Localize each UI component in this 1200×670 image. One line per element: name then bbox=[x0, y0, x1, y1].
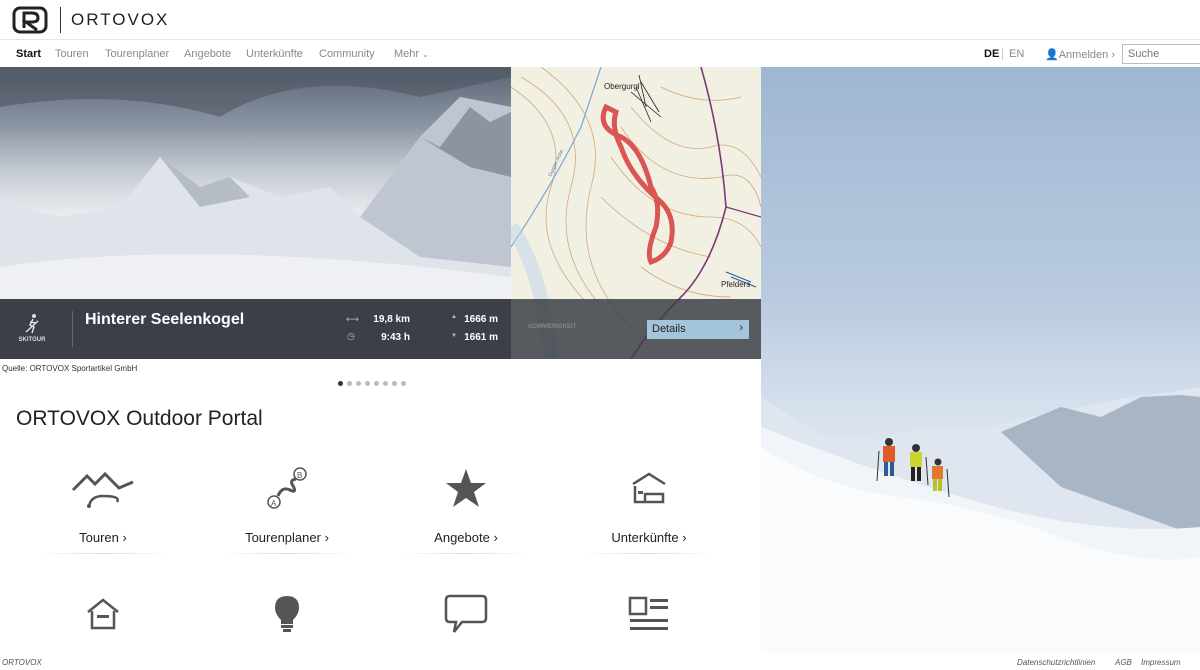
nav-tourenplaner[interactable]: Tourenplaner bbox=[105, 48, 169, 60]
page-footer: ORTOVOX Datenschutzrichtlinien AGB Impre… bbox=[0, 653, 1200, 670]
house-icon bbox=[87, 598, 119, 630]
tile-angebote[interactable]: Angebote › bbox=[401, 456, 531, 554]
skitour-badge: SKITOUR bbox=[12, 313, 52, 343]
bed-icon bbox=[632, 472, 666, 504]
tile-lightbulb[interactable] bbox=[222, 582, 352, 646]
ortovox-logo-icon bbox=[12, 6, 48, 34]
tour-descent: 1661 m bbox=[464, 332, 498, 343]
nav-touren[interactable]: Touren bbox=[55, 48, 89, 60]
nav-mehr[interactable]: Mehr ⌄ bbox=[394, 48, 429, 60]
nav-community[interactable]: Community bbox=[319, 48, 375, 60]
tile-touren[interactable]: Touren › bbox=[38, 456, 168, 554]
skier-icon bbox=[25, 314, 39, 334]
brand-name: ORTOVOX bbox=[71, 10, 170, 29]
login-label: Anmelden bbox=[1058, 49, 1109, 61]
lang-en[interactable]: EN bbox=[1009, 48, 1024, 60]
slider-dot[interactable] bbox=[374, 381, 379, 386]
map-place-pfelders: Pfelders bbox=[721, 280, 750, 289]
slider-dot[interactable] bbox=[347, 381, 352, 386]
speech-bubble-icon bbox=[444, 594, 488, 633]
top-header: ORTOVOX bbox=[0, 0, 1200, 40]
portal-title: ORTOVOX Outdoor Portal bbox=[16, 407, 263, 430]
brand-logo[interactable]: ORTOVOX bbox=[12, 6, 169, 34]
chevron-right-icon: › bbox=[682, 530, 687, 545]
badge-divider bbox=[72, 311, 73, 347]
slider-dot[interactable] bbox=[392, 381, 397, 386]
search-input[interactable] bbox=[1122, 44, 1200, 64]
tile-community[interactable] bbox=[401, 582, 531, 646]
slider-dot[interactable] bbox=[383, 381, 388, 386]
tour-distance: 19,8 km bbox=[373, 314, 410, 325]
slider-dot[interactable] bbox=[365, 381, 370, 386]
lang-divider bbox=[1002, 48, 1003, 60]
svg-text:B: B bbox=[297, 471, 302, 480]
details-button[interactable]: Details › bbox=[647, 320, 749, 339]
tile-divider bbox=[222, 553, 352, 554]
chevron-right-icon: › bbox=[122, 530, 127, 545]
nav-start[interactable]: Start bbox=[16, 48, 41, 60]
star-icon bbox=[446, 469, 486, 507]
map-place-obergurgl: Obergurgl bbox=[604, 82, 640, 91]
tile-tourenplaner[interactable]: A B Tourenplaner › bbox=[222, 456, 352, 554]
tile-unterkuenfte-label: Unterkünfte bbox=[611, 530, 679, 545]
chevron-right-icon: › bbox=[739, 322, 743, 334]
tile-tourenplaner-label: Tourenplaner bbox=[245, 530, 321, 545]
main-navigation: Start Touren Tourenplaner Angebote Unter… bbox=[0, 40, 1200, 67]
photo-caption: Quelle: ORTOVOX Sportartikel GmbH bbox=[2, 364, 138, 373]
mountain-route-icon bbox=[71, 471, 134, 508]
details-label: Details bbox=[652, 323, 686, 335]
tile-news[interactable] bbox=[584, 582, 714, 646]
slider-dot[interactable] bbox=[401, 381, 406, 386]
tile-house[interactable] bbox=[38, 582, 168, 646]
tile-touren-label: Touren bbox=[79, 530, 119, 545]
lightbulb-icon bbox=[275, 596, 299, 632]
chevron-right-icon: › bbox=[1111, 49, 1115, 61]
tile-divider bbox=[401, 553, 531, 554]
lang-de[interactable]: DE bbox=[984, 48, 999, 60]
footer-brand: ORTOVOX bbox=[2, 658, 42, 667]
chevron-right-icon: › bbox=[324, 530, 329, 545]
tile-angebote-label: Angebote bbox=[434, 530, 490, 545]
tile-unterkuenfte[interactable]: Unterkünfte › bbox=[584, 456, 714, 554]
news-icon bbox=[628, 596, 668, 630]
clock-icon: ◷ bbox=[347, 331, 355, 341]
tile-divider bbox=[38, 553, 168, 554]
route-planner-icon: A B bbox=[267, 467, 307, 509]
nav-angebote[interactable]: Angebote bbox=[184, 48, 231, 60]
tour-name[interactable]: Hinterer Seelenkogel bbox=[85, 311, 244, 329]
footer-impressum-link[interactable]: Impressum bbox=[1141, 658, 1181, 667]
map-info-bar: SCHWIERIGKEIT Details › bbox=[511, 299, 761, 359]
skitour-group-photo bbox=[761, 67, 1200, 653]
nav-unterkuenfte[interactable]: Unterkünfte bbox=[246, 48, 303, 60]
footer-agb-link[interactable]: AGB bbox=[1115, 658, 1132, 667]
difficulty-label: SCHWIERIGKEIT bbox=[528, 324, 577, 330]
tour-type-label: SKITOUR bbox=[18, 337, 46, 343]
slider-dot[interactable] bbox=[338, 381, 343, 386]
chevron-right-icon: › bbox=[493, 530, 498, 545]
tour-ascent: 1666 m bbox=[464, 314, 498, 325]
slider-dot[interactable] bbox=[356, 381, 361, 386]
chevron-down-icon: ⌄ bbox=[422, 50, 429, 59]
svg-text:A: A bbox=[271, 499, 277, 508]
tour-info-bar: SKITOUR Hinterer Seelenkogel ⟷ 19,8 km ◷… bbox=[0, 299, 511, 359]
nav-mehr-label: Mehr bbox=[394, 48, 420, 60]
footer-privacy-link[interactable]: Datenschutzrichtlinien bbox=[1017, 658, 1095, 667]
login-link[interactable]: 👤Anmelden › bbox=[1045, 48, 1115, 61]
ski-touring-image bbox=[761, 387, 1200, 653]
tour-duration: 9:43 h bbox=[381, 332, 410, 343]
slider-dots bbox=[338, 381, 406, 386]
tile-divider bbox=[584, 553, 714, 554]
logo-divider bbox=[60, 7, 61, 33]
user-icon: 👤 bbox=[1045, 49, 1059, 61]
